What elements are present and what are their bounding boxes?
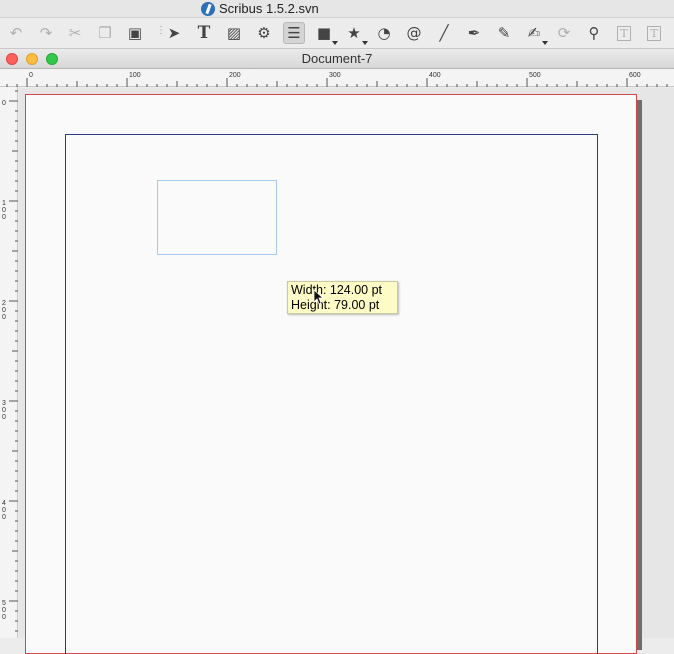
ruler-label: 2 bbox=[2, 300, 6, 307]
tooltip-width: Width: 124.00 pt bbox=[291, 283, 383, 297]
redo-icon-glyph: ↷ bbox=[39, 24, 53, 42]
edit-text-icon[interactable]: T bbox=[613, 22, 635, 44]
paste-icon[interactable]: ▣ bbox=[124, 22, 146, 44]
app-titlebar: Scribus 1.5.2.svn bbox=[0, 0, 674, 18]
paste-icon-glyph: ▣ bbox=[127, 24, 143, 42]
ruler-label: 0 bbox=[2, 307, 6, 314]
document-canvas[interactable] bbox=[19, 88, 674, 654]
ruler-label: 0 bbox=[2, 514, 6, 521]
bezier-icon-glyph: ✒ bbox=[467, 24, 481, 42]
mouse-cursor-icon bbox=[313, 289, 325, 305]
ruler-label: 0 bbox=[2, 407, 6, 414]
shape-icon-glyph: ■ bbox=[316, 24, 332, 42]
shape-icon[interactable]: ■ bbox=[313, 22, 338, 45]
table-icon-glyph: ☰ bbox=[287, 24, 301, 42]
ruler-label: 0 bbox=[2, 507, 6, 514]
dropdown-arrow-icon bbox=[332, 41, 338, 45]
freehand-icon[interactable]: ✎ bbox=[493, 22, 515, 44]
arc-icon[interactable]: ◔ bbox=[373, 22, 395, 44]
ruler-label: 100 bbox=[129, 72, 141, 79]
dropdown-arrow-icon bbox=[362, 41, 368, 45]
select-icon[interactable]: ➤ bbox=[163, 22, 185, 44]
vertical-ruler[interactable]: 0100200300400500 bbox=[0, 87, 18, 638]
ruler-label: 0 bbox=[29, 72, 33, 79]
frame-size-tooltip: Width: 124.00 pt Height: 79.00 pt bbox=[287, 281, 398, 314]
edit-text-icon-glyph: T bbox=[617, 25, 631, 41]
arc-icon-glyph: ◔ bbox=[377, 24, 391, 42]
ruler-label: 1 bbox=[2, 200, 6, 207]
horizontal-ruler-ticks: 0 100 200 300 400 500 600 bbox=[6, 72, 668, 87]
ruler-label: 0 bbox=[2, 207, 6, 214]
ruler-label: 5 bbox=[2, 600, 6, 607]
app-title-text: Scribus 1.5.2.svn bbox=[219, 1, 319, 16]
cut-icon-glyph: ✂ bbox=[68, 24, 82, 42]
page-shadow bbox=[637, 100, 642, 650]
app-title: Scribus 1.5.2.svn bbox=[201, 1, 319, 16]
ruler-label: 400 bbox=[429, 72, 441, 79]
undo-icon-glyph: ↶ bbox=[9, 24, 23, 42]
image-frame-icon[interactable]: ▨ bbox=[223, 22, 245, 44]
undo-icon[interactable]: ↶ bbox=[5, 22, 27, 44]
toolbar-separator: ⋮ bbox=[156, 25, 166, 36]
table-icon[interactable]: ☰ bbox=[283, 22, 305, 44]
rotate-icon[interactable]: ⟳ bbox=[553, 22, 575, 44]
page-margin-guides bbox=[65, 134, 598, 654]
rotate-icon-glyph: ⟳ bbox=[557, 24, 571, 42]
ruler-label: 4 bbox=[2, 500, 6, 507]
scribus-app-icon bbox=[201, 1, 215, 16]
polygon-icon[interactable]: ★ bbox=[343, 22, 368, 45]
ruler-label: 200 bbox=[229, 72, 241, 79]
document-title: Document-7 bbox=[301, 51, 373, 66]
spiral-icon[interactable]: @ bbox=[403, 22, 425, 44]
link-text-icon[interactable]: T bbox=[643, 22, 665, 44]
document-titlebar: Document-7 bbox=[0, 48, 674, 69]
redo-icon[interactable]: ↷ bbox=[35, 22, 57, 44]
document-page[interactable] bbox=[25, 94, 637, 654]
calligraphic-icon-glyph: ✍ bbox=[527, 24, 541, 42]
dropdown-arrow-icon bbox=[542, 41, 548, 45]
render-frame-icon-glyph: ⚙ bbox=[257, 24, 271, 42]
line-icon-glyph: ╱ bbox=[439, 24, 449, 42]
line-icon[interactable]: ╱ bbox=[433, 22, 455, 44]
ruler-label: 0 bbox=[2, 607, 6, 614]
bezier-icon[interactable]: ✒ bbox=[463, 22, 485, 44]
render-frame-icon[interactable]: ⚙ bbox=[253, 22, 275, 44]
ruler-label: 0 bbox=[2, 100, 6, 107]
link-text-icon-glyph: T bbox=[647, 25, 661, 41]
ruler-label: 0 bbox=[2, 414, 6, 421]
copy-icon-glyph: ❐ bbox=[98, 24, 112, 42]
freehand-icon-glyph: ✎ bbox=[497, 24, 511, 42]
image-frame-icon-glyph: ▨ bbox=[226, 24, 242, 42]
spiral-icon-glyph: @ bbox=[406, 24, 422, 42]
ruler-label: 500 bbox=[529, 72, 541, 79]
main-toolbar: ↶ ↷ ✂ ❐ ▣ ⋮ ➤ T ▨ ⚙ ☰ ■ ★ ◔ @ ╱ ✒ ✎ ✍ ⟳ ⚲ T T bbox=[0, 18, 674, 48]
new-frame-outline[interactable] bbox=[157, 180, 277, 255]
copy-icon[interactable]: ❐ bbox=[94, 22, 116, 44]
calligraphic-icon[interactable]: ✍ bbox=[523, 22, 548, 45]
text-frame-icon-glyph: T bbox=[197, 23, 211, 43]
ruler-label: 300 bbox=[329, 72, 341, 79]
ruler-label: 0 bbox=[2, 214, 6, 221]
cut-icon[interactable]: ✂ bbox=[64, 22, 86, 44]
zoom-icon-glyph: ⚲ bbox=[588, 24, 600, 42]
vertical-ruler-ticks: 0100200300400500 bbox=[2, 90, 18, 632]
text-frame-icon[interactable]: T bbox=[193, 22, 215, 44]
ruler-label: 0 bbox=[2, 614, 6, 621]
zoom-icon[interactable]: ⚲ bbox=[583, 22, 605, 44]
ruler-label: 0 bbox=[2, 314, 6, 321]
select-icon-glyph: ➤ bbox=[167, 24, 181, 42]
tooltip-height: Height: 79.00 pt bbox=[291, 298, 380, 312]
ruler-label: 3 bbox=[2, 400, 6, 407]
polygon-icon-glyph: ★ bbox=[347, 24, 361, 42]
horizontal-ruler[interactable]: 0 100 200 300 400 500 600 bbox=[0, 69, 674, 87]
ruler-label: 600 bbox=[629, 72, 641, 79]
